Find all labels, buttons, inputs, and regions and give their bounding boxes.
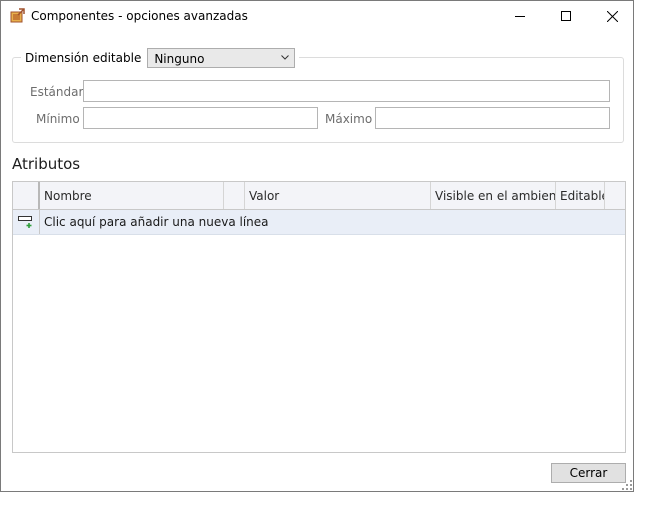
editable-dimension-value: Ninguno [154,52,205,66]
close-icon [606,10,618,22]
window-title: Componentes - opciones avanzadas [31,9,248,23]
close-window-button[interactable] [589,1,635,31]
editable-dimension-label: Dimensión editable [25,51,142,65]
maximize-icon [561,11,571,21]
add-new-row-text: Clic aquí para añadir una nueva línea [44,215,269,229]
add-new-row[interactable]: Clic aquí para añadir una nueva línea [13,210,625,235]
column-header-visible[interactable]: Visible en el ambiente [431,182,556,209]
min-input[interactable] [83,107,318,129]
max-input[interactable] [375,107,610,129]
editable-dimension-select[interactable]: Ninguno [147,48,296,68]
column-header-editable[interactable]: Editable [556,182,605,209]
standard-label: Estándar [30,85,84,99]
attributes-grid[interactable]: Nombre Valor Visible en el ambiente Edit… [12,181,626,453]
maximize-button[interactable] [543,1,589,31]
row-selector-divider [39,210,40,234]
resize-grip-icon[interactable] [621,479,633,491]
column-header-blank[interactable] [224,182,245,209]
max-label: Máximo [325,112,373,126]
title-bar[interactable]: Componentes - opciones avanzadas [1,1,633,31]
add-row-icon [18,216,32,228]
min-label: Mínimo [36,112,80,126]
close-button[interactable]: Cerrar [551,463,626,483]
minimize-icon [515,16,525,17]
component-app-icon [10,8,25,23]
minimize-button[interactable] [497,1,543,31]
row-selector-header[interactable] [13,182,40,209]
column-header-filler [605,182,625,209]
editable-dimension-legend: Dimensión editable Ninguno [21,47,300,69]
dialog-window: Componentes - opciones avanzadas Dimensi… [0,0,634,492]
attributes-title: Atributos [12,155,81,173]
chevron-down-icon [281,55,290,60]
column-header-value[interactable]: Valor [245,182,431,209]
column-header-name[interactable]: Nombre [40,182,224,209]
grid-header: Nombre Valor Visible en el ambiente Edit… [13,182,625,210]
standard-input[interactable] [83,80,610,102]
